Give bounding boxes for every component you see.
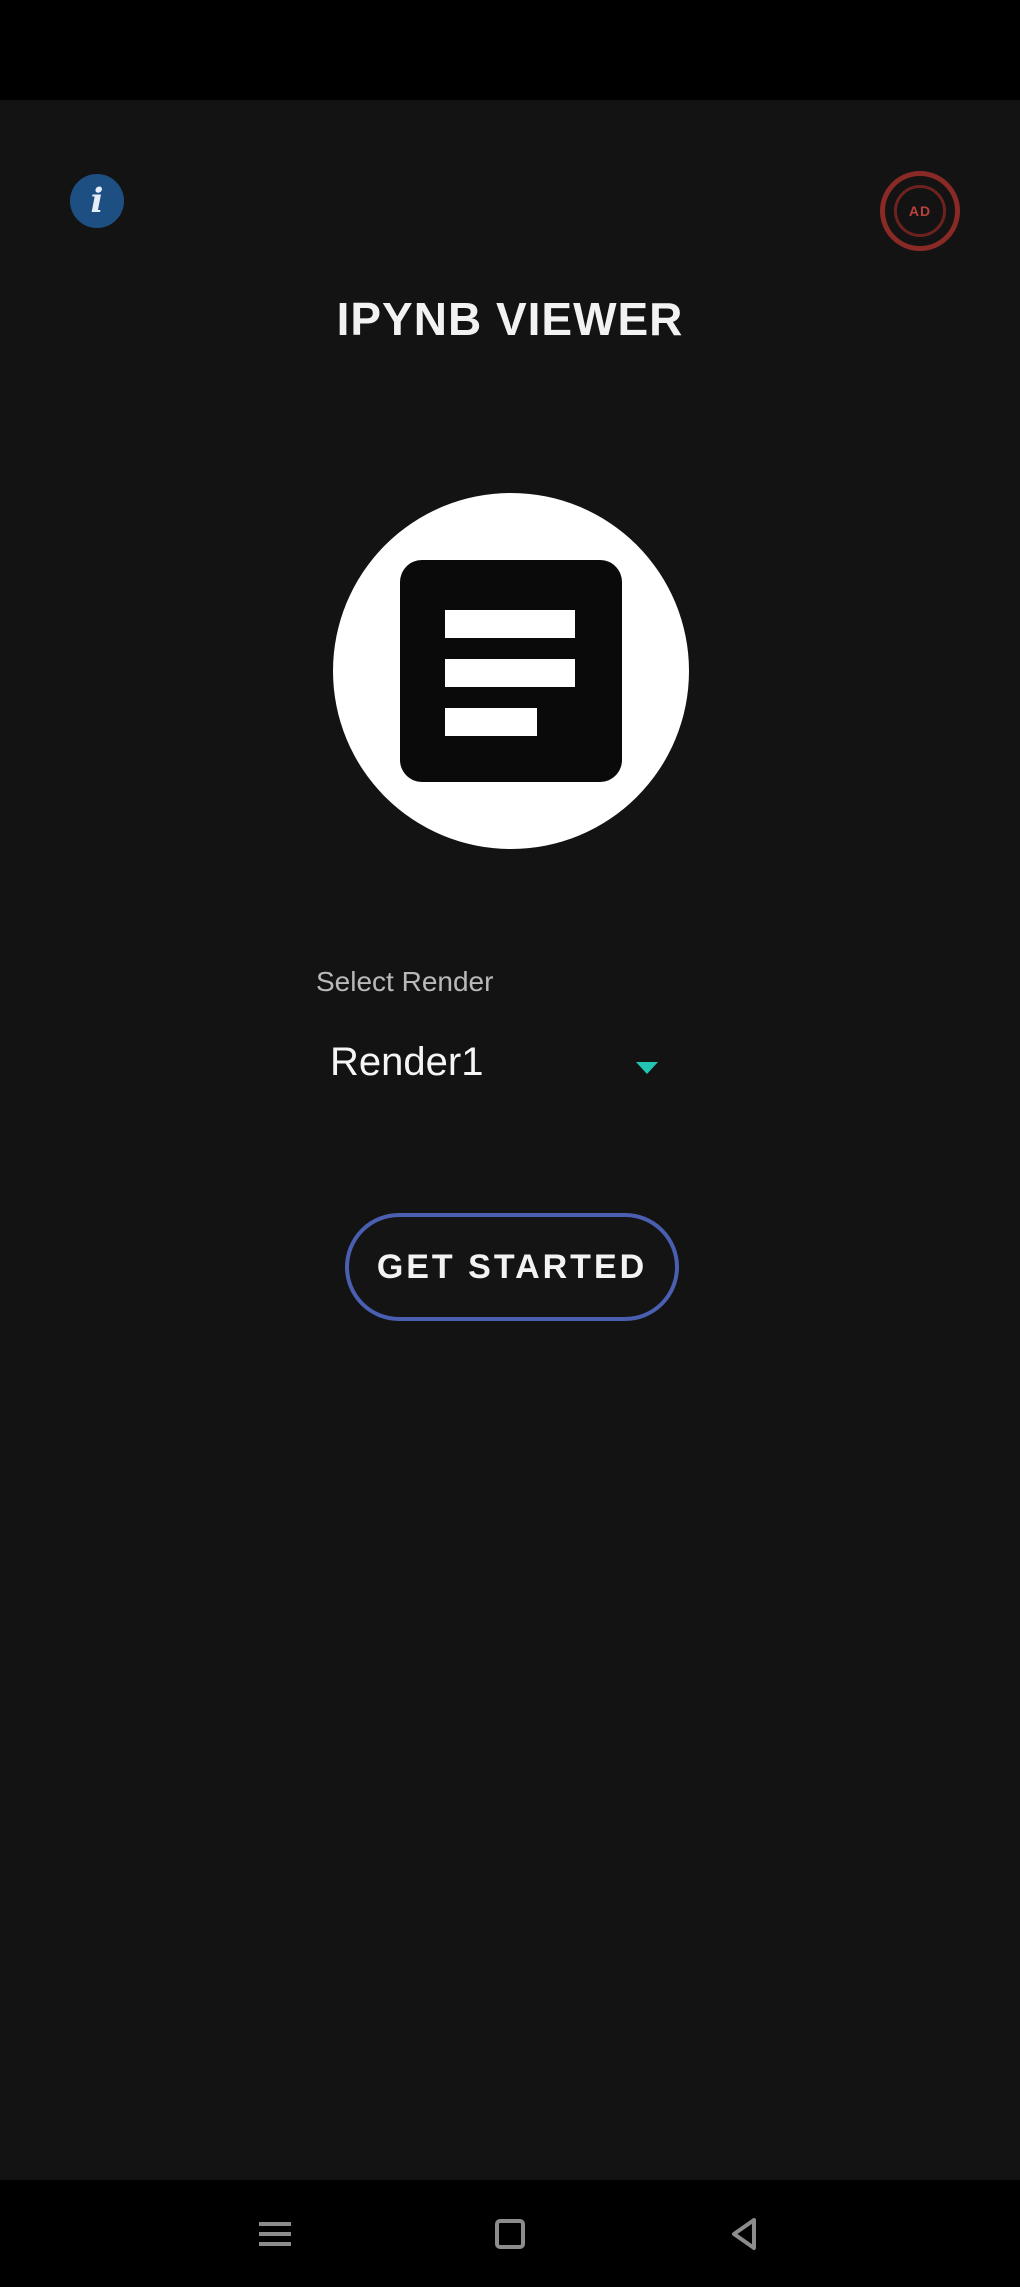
get-started-button[interactable]: GET STARTED (345, 1213, 679, 1321)
ad-icon: AD (894, 185, 946, 237)
recent-apps-button[interactable] (245, 2204, 305, 2264)
logo-line (445, 708, 537, 736)
logo-line (445, 610, 575, 638)
app-logo (333, 493, 689, 849)
notes-document-icon (400, 560, 622, 782)
select-render-label: Select Render (316, 966, 494, 997)
back-icon (732, 2218, 756, 2250)
caret-down-icon (636, 1062, 658, 1074)
main-screen: i AD IPYNB VIEWER Select Render Render1 … (0, 100, 1020, 2180)
logo-line (445, 659, 575, 687)
home-button[interactable] (480, 2204, 540, 2264)
recent-apps-icon (259, 2222, 291, 2246)
render-select-value: Render1 (330, 1040, 484, 1084)
system-nav-bar (0, 2180, 1020, 2287)
info-icon: i (90, 181, 104, 221)
render-select-dropdown[interactable]: Render1 (316, 1012, 676, 1112)
home-icon (495, 2219, 525, 2249)
back-button[interactable] (714, 2204, 774, 2264)
status-bar (0, 0, 1020, 100)
ad-button[interactable]: AD (880, 171, 960, 251)
app-title: IPYNB VIEWER (336, 293, 684, 345)
info-button[interactable]: i (70, 174, 124, 228)
